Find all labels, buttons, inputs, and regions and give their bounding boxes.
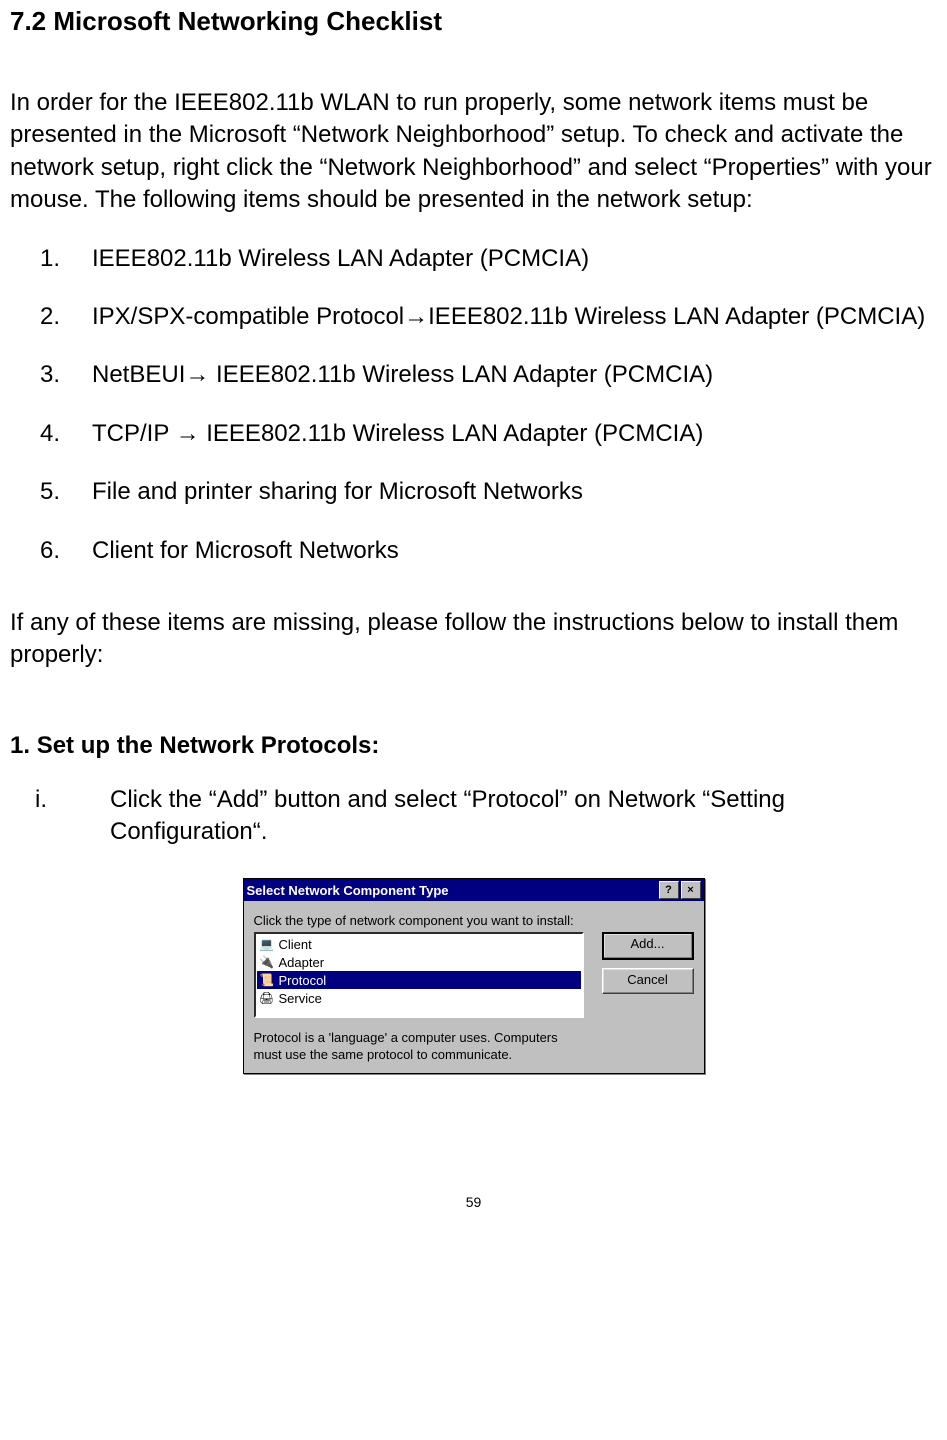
missing-paragraph: If any of these items are missing, pleas… — [10, 607, 937, 672]
page-number: 59 — [10, 1194, 937, 1220]
list-item: 6. Client for Microsoft Networks — [10, 535, 937, 567]
step-title: Set up the Network Protocols: — [37, 732, 380, 759]
add-button[interactable]: Add... — [602, 932, 694, 960]
list-item: 4. TCP/IP → IEEE802.11b Wireless LAN Ada… — [10, 418, 937, 450]
list-item: 2. IPX/SPX-compatible Protocol→IEEE802.1… — [10, 301, 937, 333]
protocol-icon: 📜 — [259, 972, 275, 988]
item-number: 2. — [10, 301, 92, 333]
step-heading: 1. Set up the Network Protocols: — [10, 732, 937, 760]
list-option-label: Protocol — [279, 973, 327, 988]
item-number: 3. — [10, 359, 92, 391]
component-type-listbox[interactable]: 💻 Client 🔌 Adapter 📜 Protocol 🖨 Service — [254, 932, 584, 1018]
item-text: NetBEUI→ IEEE802.11b Wireless LAN Adapte… — [92, 359, 713, 391]
item-number: 4. — [10, 418, 92, 450]
list-item: 3. NetBEUI→ IEEE802.11b Wireless LAN Ada… — [10, 359, 937, 391]
section-heading: 7.2 Microsoft Networking Checklist — [10, 6, 937, 37]
item-number: 6. — [10, 535, 92, 567]
item-number: 1. — [10, 243, 92, 275]
item-text: TCP/IP → IEEE802.11b Wireless LAN Adapte… — [92, 418, 703, 450]
step-number: 1. — [10, 732, 30, 759]
cancel-button[interactable]: Cancel — [602, 968, 694, 994]
intro-paragraph: In order for the IEEE802.11b WLAN to run… — [10, 87, 937, 217]
list-option-label: Client — [279, 937, 312, 952]
list-option-label: Service — [279, 991, 322, 1006]
item-text: IEEE802.11b Wireless LAN Adapter (PCMCIA… — [92, 243, 589, 275]
list-item: 5. File and printer sharing for Microsof… — [10, 476, 937, 508]
substep-number: i. — [10, 784, 110, 816]
list-option-adapter[interactable]: 🔌 Adapter — [257, 953, 581, 971]
item-text: File and printer sharing for Microsoft N… — [92, 476, 583, 508]
list-option-service[interactable]: 🖨 Service — [257, 989, 581, 1007]
substep-text: Click the “Add” button and select “Proto… — [110, 784, 937, 849]
dialog-titlebar: Select Network Component Type ? × — [244, 879, 704, 901]
dialog-description: Protocol is a 'language' a computer uses… — [254, 1030, 694, 1063]
dialog-title: Select Network Component Type — [247, 883, 449, 898]
dialog-prompt: Click the type of network component you … — [254, 913, 694, 928]
list-option-label: Adapter — [279, 955, 325, 970]
dialog-body: Click the type of network component you … — [244, 901, 704, 1073]
service-icon: 🖨 — [259, 990, 275, 1006]
select-network-component-dialog: Select Network Component Type ? × Click … — [243, 878, 705, 1074]
list-option-client[interactable]: 💻 Client — [257, 935, 581, 953]
list-item: 1. IEEE802.11b Wireless LAN Adapter (PCM… — [10, 243, 937, 275]
item-number: 5. — [10, 476, 92, 508]
substep-list: i. Click the “Add” button and select “Pr… — [10, 784, 937, 849]
item-text: IPX/SPX-compatible Protocol→IEEE802.11b … — [92, 301, 925, 333]
client-icon: 💻 — [259, 936, 275, 952]
adapter-icon: 🔌 — [259, 954, 275, 970]
list-option-protocol[interactable]: 📜 Protocol — [257, 971, 581, 989]
list-item: i. Click the “Add” button and select “Pr… — [10, 784, 937, 849]
dialog-screenshot: Select Network Component Type ? × Click … — [10, 878, 937, 1074]
help-button[interactable]: ? — [659, 881, 679, 899]
checklist: 1. IEEE802.11b Wireless LAN Adapter (PCM… — [10, 243, 937, 567]
item-text: Client for Microsoft Networks — [92, 535, 399, 567]
close-button[interactable]: × — [681, 881, 701, 899]
